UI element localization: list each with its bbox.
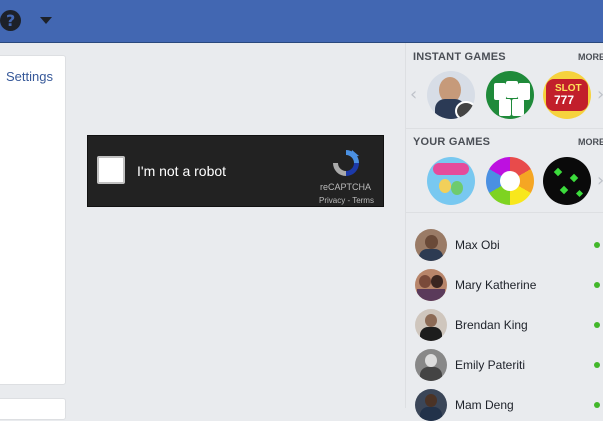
avatar: [415, 349, 447, 381]
your-games-more-link[interactable]: MORE: [578, 137, 603, 147]
divider: [406, 212, 603, 213]
game-icon-slot-mate[interactable]: SLOT 777: [543, 71, 591, 119]
contact-name: Emily Pateriti: [455, 358, 526, 372]
recaptcha-brand: reCAPTCHA: [320, 182, 372, 192]
recaptcha-widget: I'm not a robot reCAPTCHA Privacy - Term…: [87, 135, 384, 207]
chevron-right-icon[interactable]: ›: [597, 84, 603, 105]
contact-item[interactable]: Max Obi: [415, 229, 601, 261]
avatar: [415, 389, 447, 421]
chevron-left-icon[interactable]: ‹: [410, 84, 417, 105]
recaptcha-checkbox[interactable]: [97, 156, 125, 184]
online-status-icon: [594, 402, 600, 408]
question-circle-icon[interactable]: ?: [0, 10, 21, 31]
left-settings-panel: Settings: [0, 55, 66, 385]
right-sidebar: INSTANT GAMES MORE ‹ SLOT 777 › YOUR GAM…: [405, 43, 603, 421]
online-status-icon: [594, 362, 600, 368]
instant-games-more-link[interactable]: MORE: [578, 52, 603, 62]
online-status-icon: [594, 242, 600, 248]
recaptcha-privacy-terms-links[interactable]: Privacy - Terms: [319, 196, 374, 205]
game-icon-words[interactable]: [427, 71, 475, 119]
recaptcha-label: I'm not a robot: [137, 163, 227, 179]
contact-item[interactable]: Emily Pateriti: [415, 349, 601, 381]
game-icon-space-arcade[interactable]: [543, 157, 591, 205]
avatar: [415, 229, 447, 261]
contact-name: Mary Katherine: [455, 278, 537, 292]
game-icon-pet-rescue[interactable]: [427, 157, 475, 205]
your-games-title: YOUR GAMES: [413, 136, 491, 148]
caret-down-icon[interactable]: [40, 17, 52, 24]
top-navigation-bar: ?: [0, 0, 603, 43]
divider: [406, 128, 603, 129]
online-status-icon: [594, 322, 600, 328]
game-icon-solitaire[interactable]: [486, 71, 534, 119]
contact-name: Max Obi: [455, 238, 500, 252]
contact-item[interactable]: Mam Deng: [415, 389, 601, 421]
online-status-icon: [594, 282, 600, 288]
avatar: [415, 269, 447, 301]
contact-name: Brendan King: [455, 318, 528, 332]
recaptcha-logo-icon: [333, 150, 359, 176]
chevron-right-icon[interactable]: ›: [597, 170, 603, 191]
instant-games-title: INSTANT GAMES: [413, 51, 506, 63]
avatar: [415, 309, 447, 341]
game-icon-trivia-crack[interactable]: [486, 157, 534, 205]
contact-name: Mam Deng: [455, 398, 514, 412]
settings-link[interactable]: Settings: [6, 69, 53, 84]
contact-item[interactable]: Brendan King: [415, 309, 601, 341]
left-lower-panel: [0, 398, 66, 420]
contact-item[interactable]: Mary Katherine: [415, 269, 601, 301]
